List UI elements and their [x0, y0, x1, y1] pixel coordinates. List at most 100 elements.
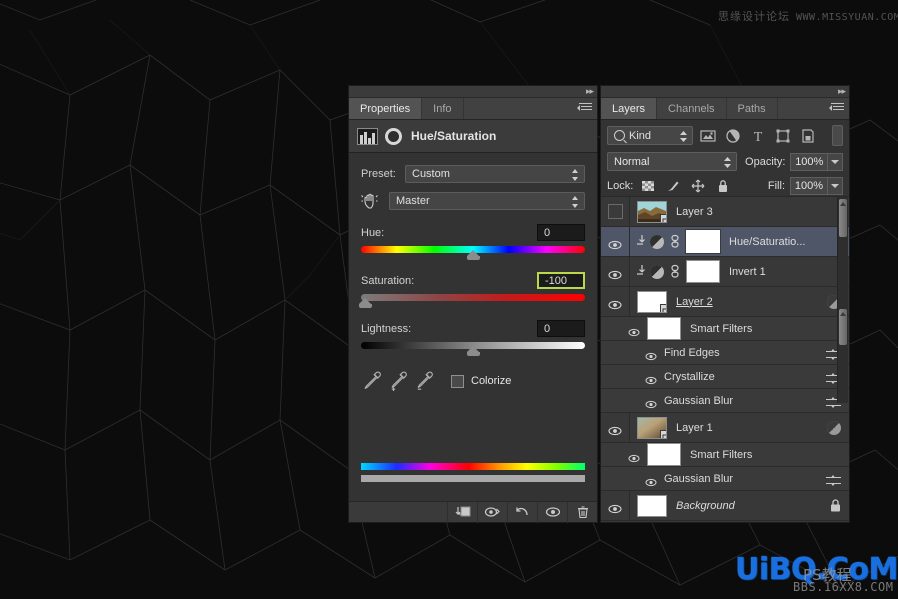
- smart-filters-label[interactable]: Smart Filters: [690, 323, 752, 335]
- hue-slider[interactable]: [361, 244, 585, 260]
- preset-stepper-icon[interactable]: [572, 169, 579, 181]
- tab-channels[interactable]: Channels: [657, 98, 727, 119]
- layer-kind-filter-select[interactable]: Kind: [607, 126, 693, 145]
- layer-name[interactable]: Layer 3: [676, 206, 713, 218]
- filter-toggle-switch[interactable]: [832, 125, 843, 146]
- adjustment-layer-thumbnail[interactable]: [650, 264, 664, 279]
- smart-filters-label[interactable]: Smart Filters: [690, 449, 752, 461]
- eye-icon[interactable]: [628, 450, 640, 463]
- eye-icon[interactable]: [628, 324, 640, 337]
- saturation-slider-track[interactable]: [361, 294, 585, 301]
- scroll-up-arrow-icon[interactable]: [840, 312, 846, 316]
- layer-thumbnail[interactable]: [637, 200, 667, 223]
- layer-thumbnail[interactable]: [637, 290, 667, 313]
- lock-image-pixels-icon[interactable]: [666, 179, 680, 193]
- layer-visibility-toggle[interactable]: [601, 413, 630, 442]
- lock-all-icon[interactable]: [716, 179, 730, 193]
- blend-mode-stepper-icon[interactable]: [724, 157, 732, 171]
- layer-effects-indicator[interactable]: [827, 420, 841, 435]
- list-item[interactable]: Gaussian Blur: [601, 389, 849, 413]
- eye-icon[interactable]: [608, 423, 622, 435]
- layer-visibility-toggle[interactable]: [601, 227, 630, 256]
- layers-panel-menu-icon[interactable]: [829, 103, 844, 114]
- list-item[interactable]: Gaussian Blur: [601, 467, 849, 491]
- smart-filter-mask-thumbnail[interactable]: [647, 317, 681, 340]
- lightness-value-input[interactable]: 0: [537, 320, 585, 337]
- colorize-checkbox-box[interactable]: [451, 374, 464, 388]
- list-item[interactable]: Smart Filters: [601, 443, 849, 467]
- layer-name[interactable]: Hue/Saturatio...: [729, 236, 805, 248]
- tab-info[interactable]: Info: [422, 98, 464, 119]
- layer-mask-thumbnail[interactable]: [686, 260, 720, 283]
- layer-name[interactable]: Background: [676, 500, 735, 512]
- tab-properties[interactable]: Properties: [349, 98, 423, 119]
- eye-icon[interactable]: [608, 297, 622, 309]
- preset-select[interactable]: Custom: [405, 165, 585, 183]
- smart-filter-mask-thumbnail[interactable]: [647, 443, 681, 466]
- link-mask-icon[interactable]: [669, 264, 681, 279]
- layer-list-scrollbar-upper[interactable]: [837, 197, 848, 307]
- eye-icon[interactable]: [645, 372, 657, 385]
- saturation-slider[interactable]: [359, 292, 585, 308]
- eyedropper-add-icon[interactable]: [387, 370, 409, 392]
- eye-icon[interactable]: [608, 267, 622, 279]
- table-row[interactable]: Layer 2: [601, 287, 849, 317]
- fill-value[interactable]: 100%: [790, 177, 828, 195]
- adjustment-layer-thumbnail[interactable]: [650, 234, 664, 249]
- layer-visibility-toggle[interactable]: [601, 257, 630, 286]
- blend-mode-select[interactable]: Normal: [607, 152, 738, 171]
- layer-name[interactable]: Layer 1: [676, 422, 713, 434]
- filter-name[interactable]: Gaussian Blur: [664, 473, 733, 485]
- filter-name[interactable]: Find Edges: [664, 347, 720, 359]
- channel-select[interactable]: Master: [389, 192, 585, 210]
- adjustment-layer-icon[interactable]: [725, 128, 741, 144]
- eye-icon[interactable]: [645, 348, 657, 361]
- filter-name[interactable]: Gaussian Blur: [664, 395, 733, 407]
- saturation-value-input[interactable]: -100: [537, 272, 585, 289]
- scrollbar-thumb[interactable]: [839, 199, 847, 237]
- filter-options-button[interactable]: [826, 473, 841, 486]
- hue-slider-thumb[interactable]: [467, 250, 480, 260]
- list-item[interactable]: Smart Filters: [601, 317, 849, 341]
- layer-mask-thumbnail[interactable]: [685, 229, 721, 254]
- reset-icon[interactable]: [507, 501, 537, 523]
- on-image-adjust-hand-icon[interactable]: [361, 192, 383, 210]
- colorize-checkbox[interactable]: Colorize: [451, 374, 511, 388]
- layer-name[interactable]: Invert 1: [729, 266, 766, 278]
- saturation-slider-thumb[interactable]: [359, 298, 373, 308]
- layer-thumbnail[interactable]: [637, 416, 667, 439]
- properties-panel-menu-icon[interactable]: [577, 103, 592, 114]
- eye-icon[interactable]: [608, 237, 622, 249]
- opacity-dropdown-icon[interactable]: [828, 152, 843, 171]
- layer-visibility-toggle[interactable]: [601, 287, 630, 316]
- eyedropper-icon[interactable]: [361, 370, 383, 392]
- table-row[interactable]: Background: [601, 491, 849, 521]
- scroll-up-arrow-icon[interactable]: [840, 202, 846, 206]
- lightness-slider[interactable]: [361, 340, 585, 356]
- pixel-layer-icon[interactable]: [700, 128, 716, 144]
- view-previous-state-icon[interactable]: [477, 501, 507, 523]
- layer-kind-stepper-icon[interactable]: [680, 131, 687, 142]
- table-row[interactable]: Hue/Saturatio...: [601, 227, 849, 257]
- hue-value-input[interactable]: 0: [537, 224, 585, 241]
- smart-filter-indicator-icon[interactable]: [827, 420, 841, 435]
- list-item[interactable]: Crystallize: [601, 365, 849, 389]
- link-mask-icon[interactable]: [669, 234, 681, 249]
- table-row[interactable]: Invert 1: [601, 257, 849, 287]
- delete-icon[interactable]: [567, 501, 597, 523]
- table-row[interactable]: Layer 3: [601, 197, 849, 227]
- tab-paths[interactable]: Paths: [726, 98, 778, 119]
- properties-panel-titlebar[interactable]: ▸▸: [349, 86, 597, 98]
- layer-thumbnail[interactable]: [637, 494, 667, 517]
- clip-to-layer-icon[interactable]: [447, 501, 477, 523]
- filter-settings-icon[interactable]: [826, 473, 841, 486]
- eye-off-icon[interactable]: [607, 204, 623, 219]
- lightness-slider-thumb[interactable]: [467, 346, 480, 356]
- filter-name[interactable]: Crystallize: [664, 371, 715, 383]
- eye-icon[interactable]: [608, 501, 622, 513]
- layer-name[interactable]: Layer 2: [676, 296, 713, 308]
- list-item[interactable]: Find Edges: [601, 341, 849, 365]
- shape-layer-icon[interactable]: [775, 128, 791, 144]
- table-row[interactable]: Layer 1: [601, 413, 849, 443]
- channel-stepper-icon[interactable]: [572, 196, 579, 208]
